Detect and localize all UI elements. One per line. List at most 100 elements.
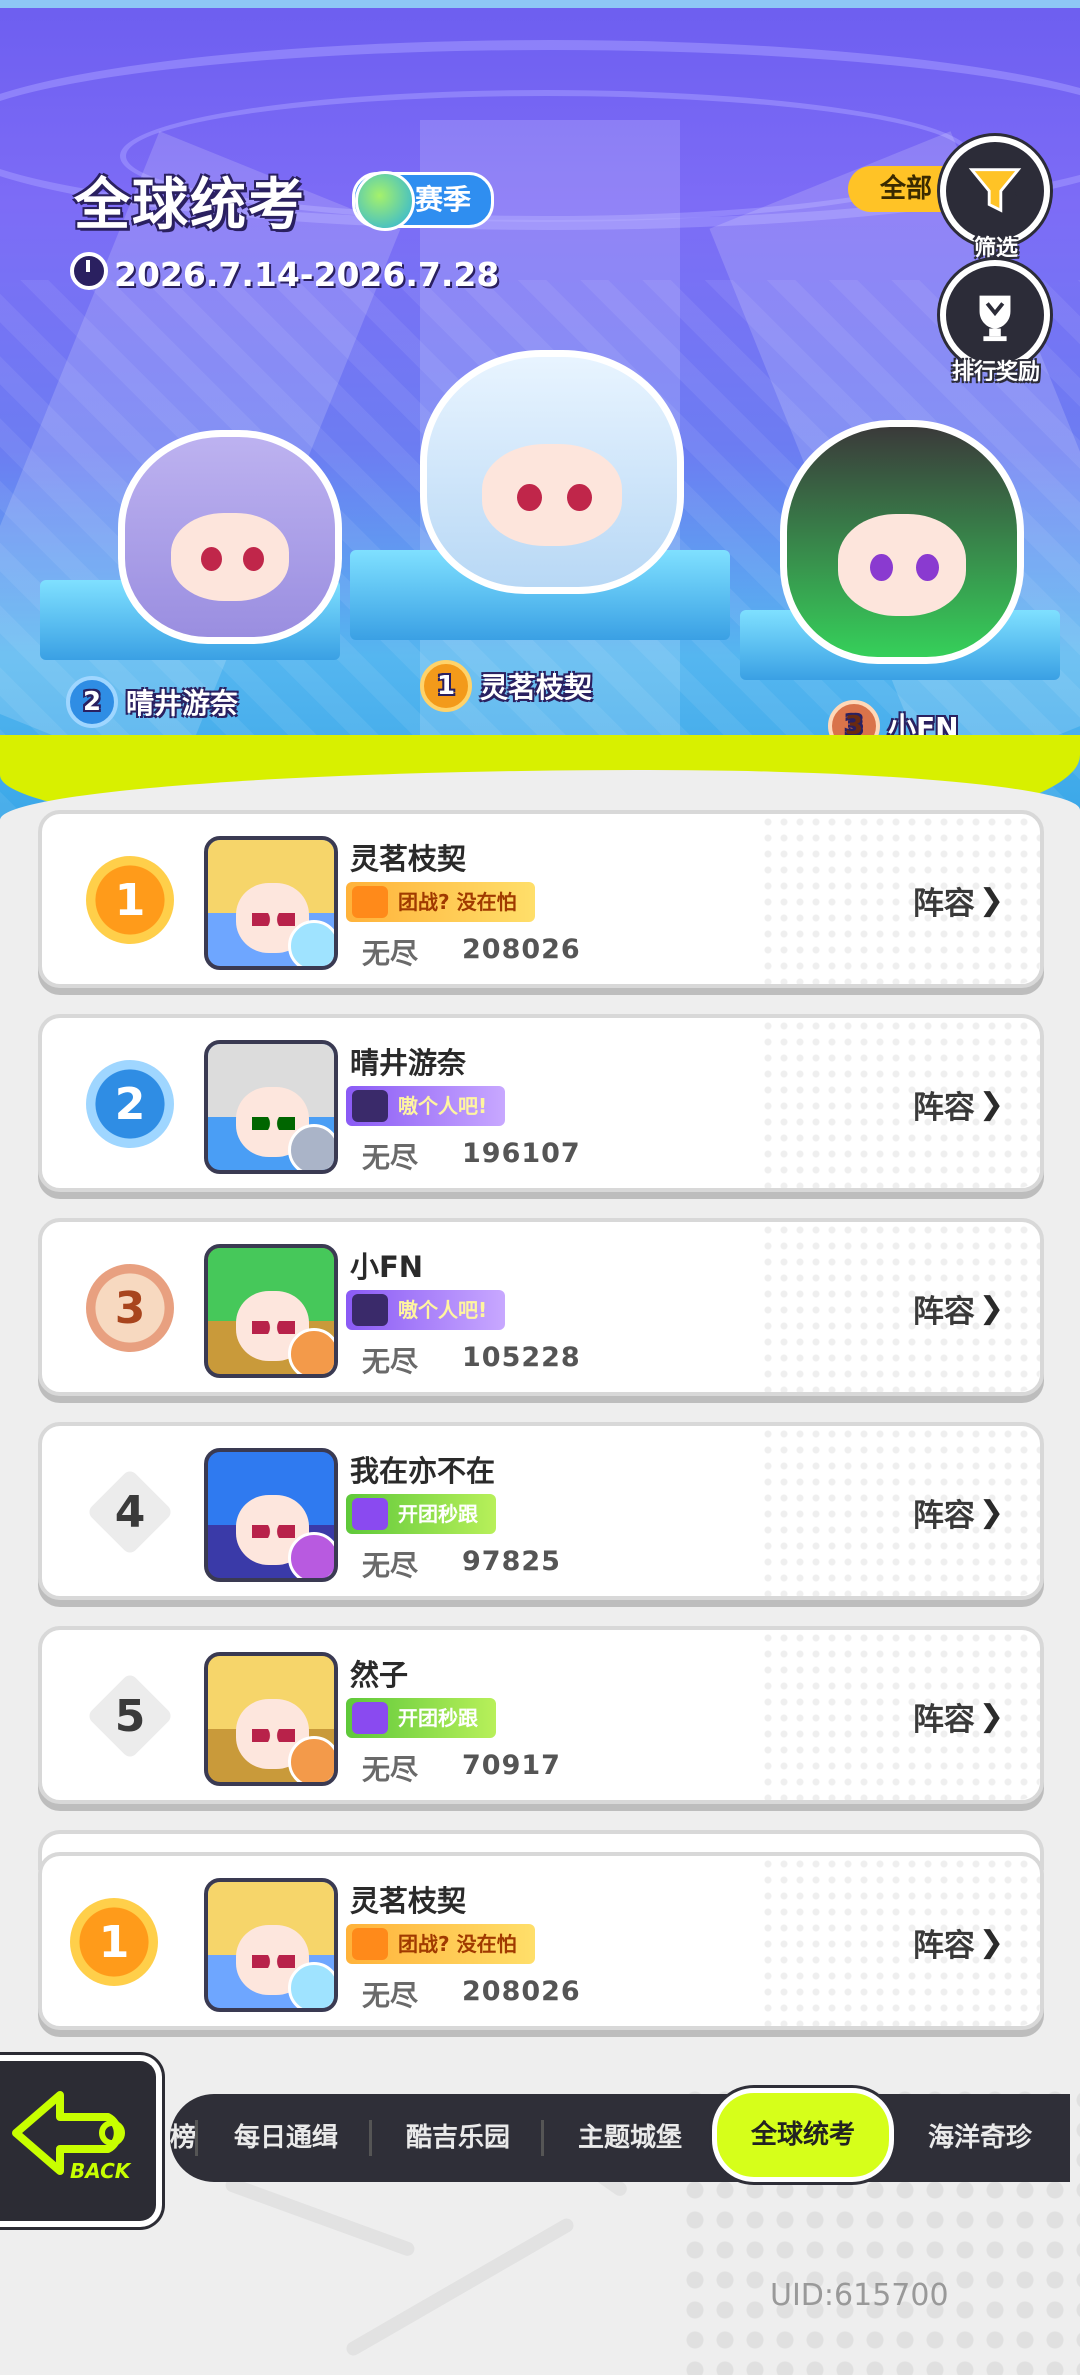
ranking-row-4[interactable]: 4 我在亦不在 开团秒跟 无尽 97825 阵容 ❯ [38,1422,1044,1600]
avatar-eyes [252,1117,295,1130]
character-eye [915,553,939,582]
podium-character-3[interactable] [780,420,1024,664]
chevron-right-icon: ❯ [978,1291,1004,1326]
player-title-badge: 嗷个人吧! [346,1290,506,1330]
avatar-pet-icon [288,1532,334,1578]
globe-icon [355,171,415,231]
rewards-button[interactable]: 排行奖励 [940,260,1050,385]
season-badge: 赛季 [352,171,495,231]
runner-icon [352,1498,388,1530]
lineup-button[interactable]: 阵容 ❯ [913,1286,1004,1331]
lineup-button[interactable]: 阵容 ❯ [913,1490,1004,1535]
player-score: 105228 [462,1342,581,1373]
game-mode: 无尽 [362,1753,419,1786]
chevron-right-icon: ❯ [978,1925,1004,1960]
filter-button[interactable]: B 筛选 [940,136,1050,261]
date-range-text: 2026.7.14-2026.7.28 [114,255,500,294]
rank-medal-silver: 2 [86,1060,174,1148]
player-title-badge: 嗷个人吧! [346,1086,506,1126]
avatar-eyes [252,1955,295,1968]
tab-theme-castle[interactable]: 主题城堡 [544,2094,716,2182]
player-score: 70917 [462,1750,561,1781]
character-eye [869,553,893,582]
date-range: 2026.7.14-2026.7.28 [70,252,499,294]
chevron-right-icon: ❯ [978,1087,1004,1122]
player-avatar[interactable] [204,836,338,970]
ranking-row-5[interactable]: 5 然子 开团秒跟 无尽 70917 阵容 ❯ [38,1626,1044,1804]
ranking-row-2[interactable]: 2 晴井游奈 嗷个人吧! 无尽 196107 阵容 ❯ [38,1014,1044,1192]
player-title-badge: 团战? 没在怕 [346,882,535,922]
player-name: 灵茗枝契 [350,842,467,876]
player-name: 然子 [350,1658,409,1692]
back-label: BACK [70,2159,131,2183]
my-rank-row[interactable]: 1 灵茗枝契 团战? 没在怕 无尽 208026 阵容 ❯ [38,1852,1044,2030]
player-avatar[interactable] [204,1448,338,1582]
season-label: 赛季 [415,183,472,216]
game-mode: 无尽 [362,1141,419,1174]
top-strip [0,0,1080,8]
page-title: 全球统考 [74,173,306,238]
player-name: 我在亦不在 [350,1454,496,1488]
avatar-pet-icon [288,920,334,966]
avatar-eyes [252,1729,295,1742]
tab-daily-wanted[interactable]: 每日通缉 [200,2094,372,2182]
rank-medal-bronze: 3 [86,1264,174,1352]
filter-label: 筛选 [973,236,1018,261]
character-face [482,444,622,546]
leaf-icon [352,886,388,918]
player-avatar[interactable] [204,1652,338,1786]
rank-1-badge: 1 [420,660,472,712]
player-avatar[interactable] [204,1878,338,2012]
rank-2-badge: 2 [66,676,118,728]
tab-kuji-park[interactable]: 酷吉乐园 [372,2094,544,2182]
game-mode: 无尽 [362,1979,419,2012]
lineup-button[interactable]: 阵容 ❯ [913,1920,1004,1965]
tab-ranking-partial[interactable]: 榜 [170,2094,198,2182]
character-eye [242,547,264,571]
lineup-button[interactable]: 阵容 ❯ [913,1082,1004,1127]
avatar-pet-icon [288,1962,334,2008]
game-mode: 无尽 [362,1549,419,1582]
game-mode: 无尽 [362,937,419,970]
podium-character-2[interactable] [118,430,342,644]
podium-stage: 全球统考 赛季 2026.7.14-2026.7.28 全部 B 筛选 排行奖励 [0,0,1080,820]
player-name: 灵茗枝契 [350,1884,467,1918]
player-name: 小FN [350,1250,424,1284]
character-eye [567,483,592,512]
player-score: 196107 [462,1138,581,1169]
player-title-badge: 团战? 没在怕 [346,1924,535,1964]
podium-name-2-text: 晴井游奈 [126,687,239,720]
category-tabs: 榜 每日通缉 酷吉乐园 主题城堡 全球统考 海洋奇珍 [170,2088,1070,2182]
podium-character-1[interactable] [420,350,684,594]
rewards-label: 排行奖励 [951,360,1040,385]
player-avatar[interactable] [204,1244,338,1378]
shadow-icon [352,1294,388,1326]
avatar-pet-icon [288,1124,334,1170]
player-name: 晴井游奈 [350,1046,467,1080]
lineup-button[interactable]: 阵容 ❯ [913,1694,1004,1739]
chevron-right-icon: ❯ [978,1495,1004,1530]
back-button[interactable]: BACK [0,2055,162,2227]
avatar-eyes [252,913,295,926]
brush-stroke [223,2176,417,2258]
user-id: UID:615700 [770,2278,949,2313]
player-title-badge: 开团秒跟 [346,1698,496,1738]
trophy-icon [979,295,1011,342]
avatar-pet-icon [288,1328,334,1374]
rank-diamond: 5 [86,1672,174,1760]
ranking-row-1[interactable]: 1 灵茗枝契 团战? 没在怕 无尽 208026 阵容 ❯ [38,810,1044,988]
character-face [171,513,289,601]
tab-ocean-treasures[interactable]: 海洋奇珍 [894,2094,1066,2182]
ranking-row-3[interactable]: 3 小FN 嗷个人吧! 无尽 105228 阵容 ❯ [38,1218,1044,1396]
avatar-eyes [252,1525,295,1538]
shadow-icon [352,1090,388,1122]
chevron-right-icon: ❯ [978,883,1004,918]
tab-global-exam[interactable]: 全球统考 [712,2088,894,2182]
lineup-button[interactable]: 阵容 ❯ [913,878,1004,923]
runner-icon [352,1702,388,1734]
player-avatar[interactable] [204,1040,338,1174]
character-eye [517,483,542,512]
game-mode: 无尽 [362,1345,419,1378]
player-title-badge: 开团秒跟 [346,1494,496,1534]
rank-diamond: 4 [86,1468,174,1556]
